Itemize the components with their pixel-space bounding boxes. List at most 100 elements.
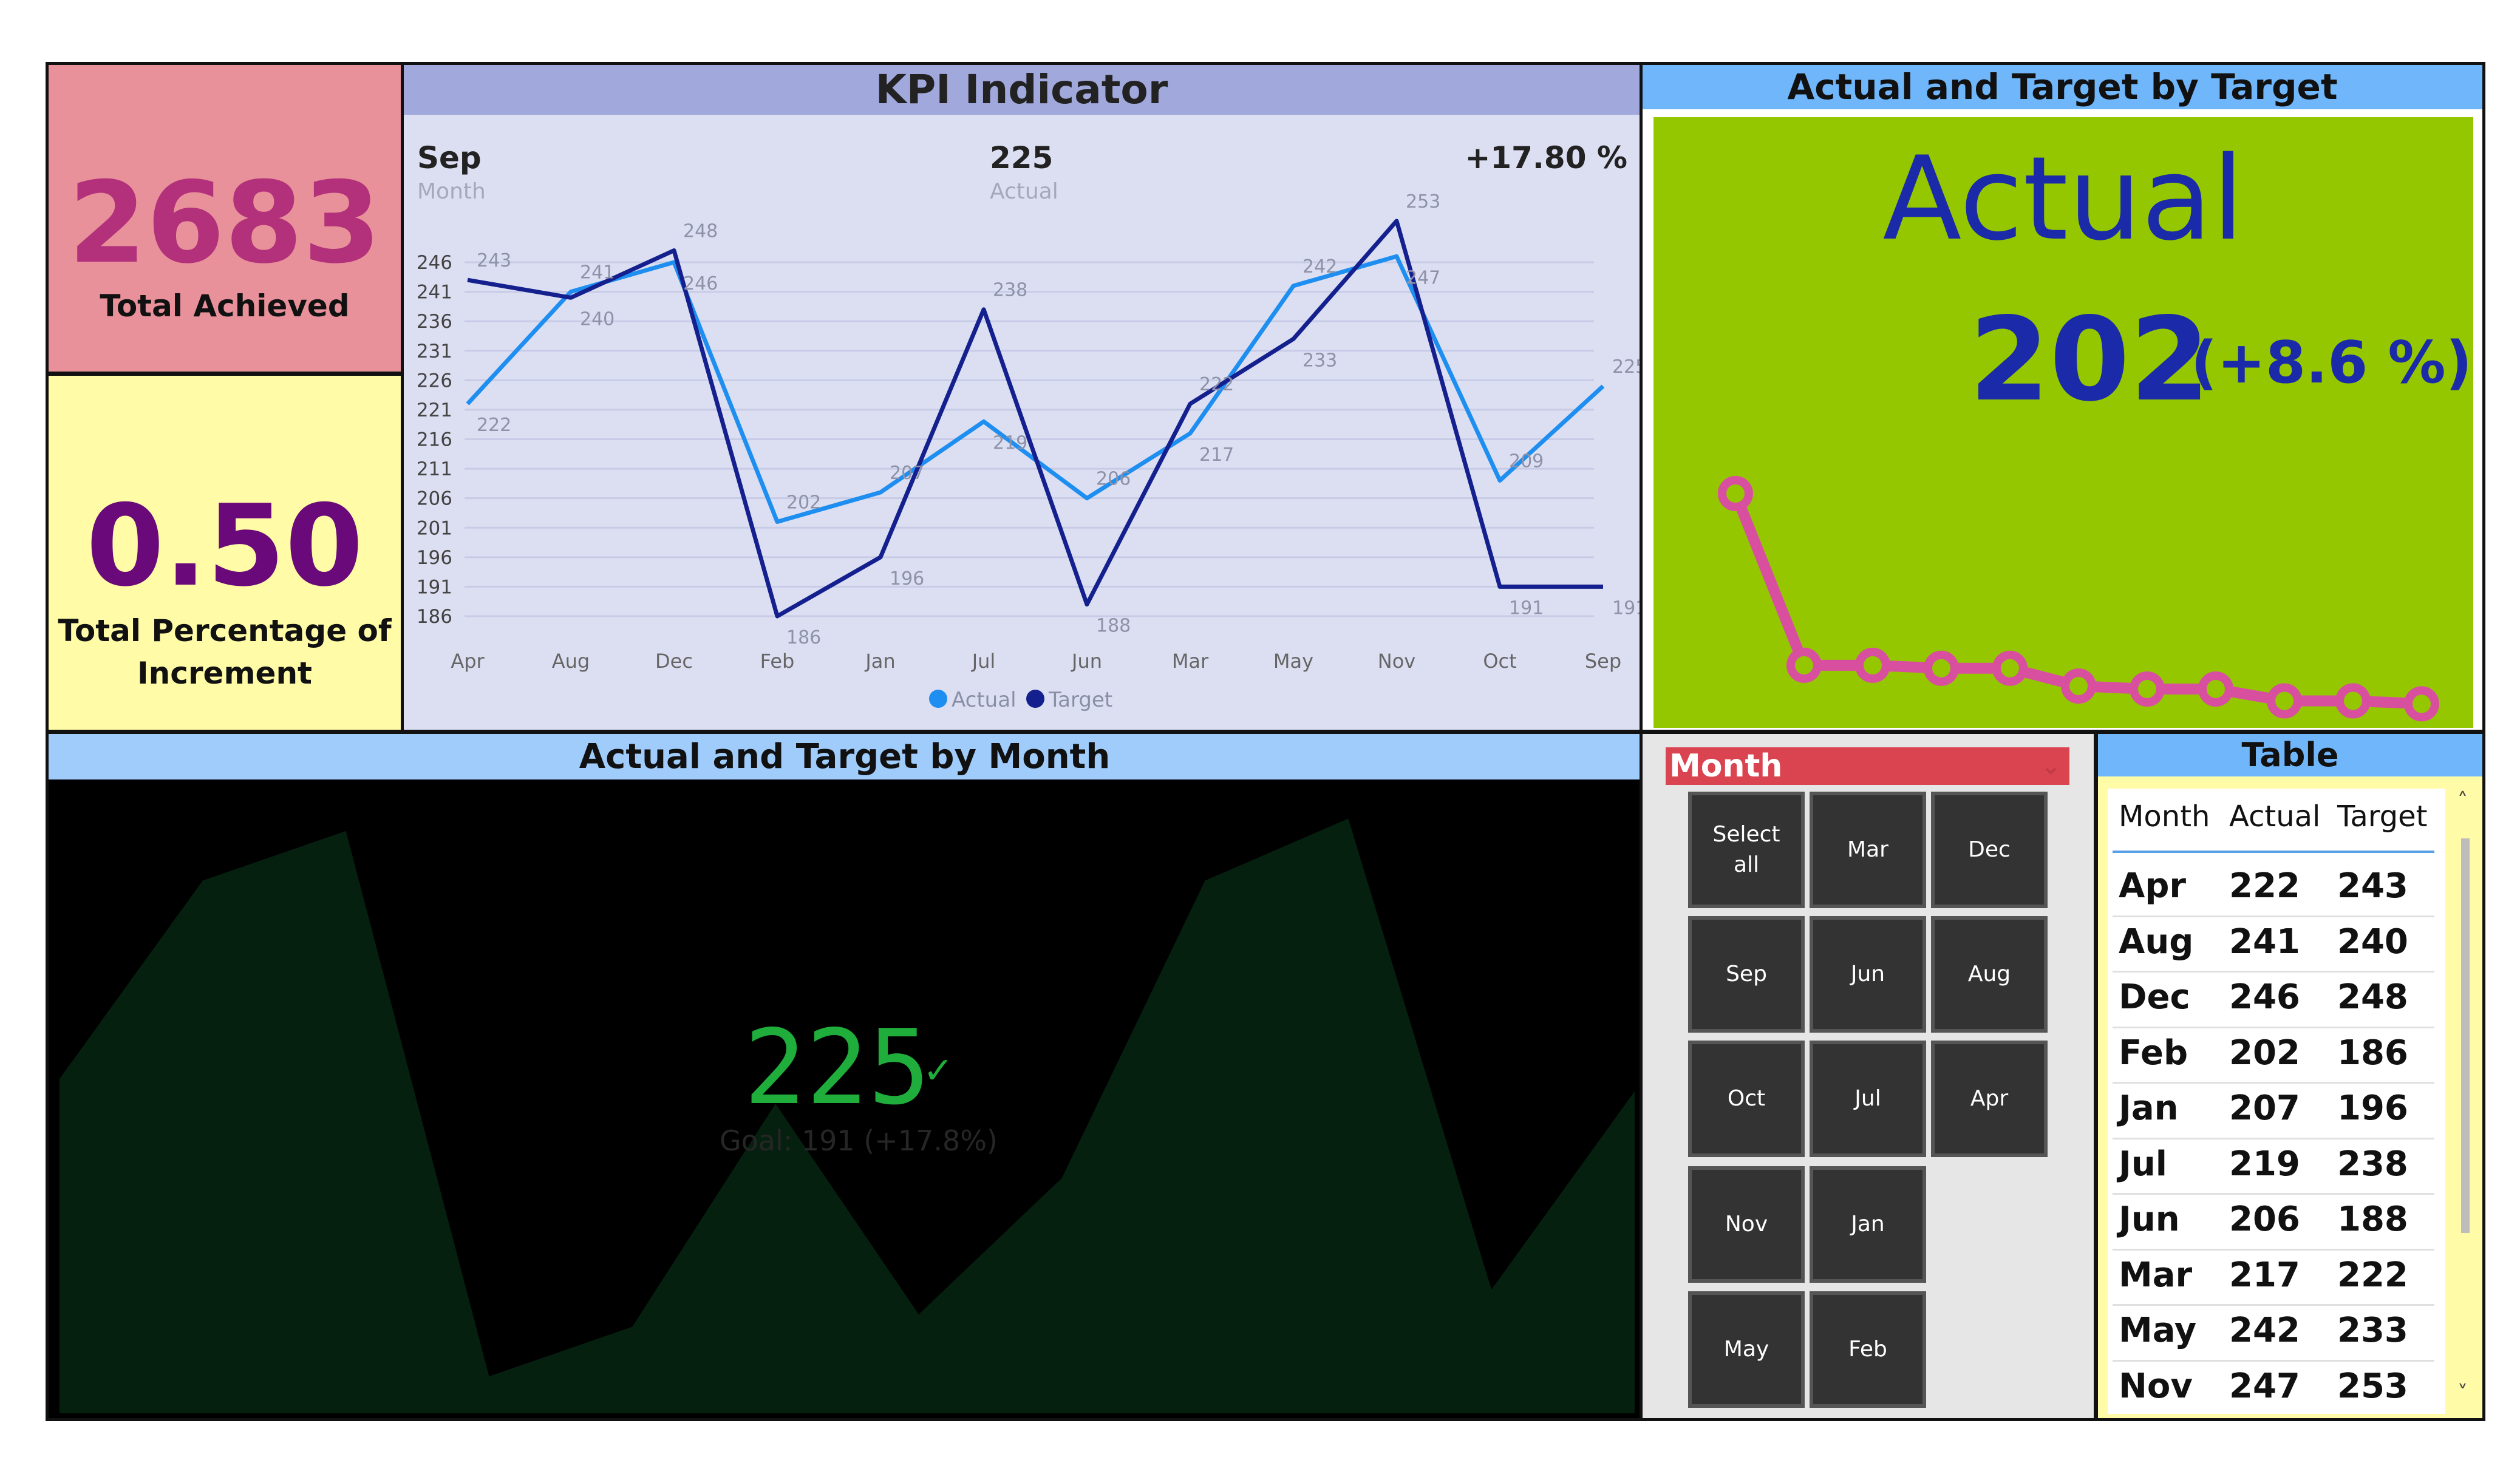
actual-target-by-month-panel: Actual and Target by Month 225 ✓ Goal: 1… [46, 731, 1644, 1421]
table-row[interactable]: Dec 246 248 [2108, 973, 2445, 1028]
data-label-target: 191 [1509, 597, 1544, 619]
data-label-target: 186 [786, 627, 821, 648]
table-cell: 206 [2229, 1200, 2300, 1239]
table-row[interactable]: Jun 206 188 [2108, 1195, 2445, 1251]
trend-point[interactable] [2061, 668, 2096, 704]
table-cell: 247 [2229, 1366, 2300, 1406]
table-row[interactable]: Nov 247 253 [2108, 1362, 2445, 1415]
actual-by-target-trend [1718, 476, 2439, 722]
data-label-actual: 246 [683, 273, 718, 294]
slicer-tile-jan[interactable]: Jan [1810, 1166, 1926, 1283]
kpi-period-value: Sep [417, 140, 482, 175]
total-achieved-value: 2683 [68, 157, 381, 288]
scroll-down-icon[interactable]: ˅ [2457, 1381, 2468, 1405]
table-panel: Table Month Actual Target Apr 222 243 Aug 24… [2095, 731, 2485, 1421]
trend-point[interactable] [1924, 650, 1959, 686]
kpi-actual-value: 225 [990, 140, 1053, 175]
table-cell: Nov [2119, 1366, 2193, 1406]
table-cell: Mar [2119, 1255, 2193, 1295]
scroll-thumb[interactable] [2461, 838, 2470, 1233]
total-achieved-label: Total Achieved [100, 288, 350, 324]
slicer-tile-mar[interactable]: Mar [1810, 792, 1926, 908]
table-cell: Jan [2119, 1089, 2179, 1128]
table-cell: 202 [2229, 1033, 2300, 1073]
trend-point[interactable] [1992, 650, 2028, 686]
kpi-delta: +17.80 % [1465, 140, 1627, 175]
data-label-actual: 209 [1509, 451, 1544, 472]
data-label-target: 191 [1612, 597, 1640, 619]
column-header-target[interactable]: Target [2337, 800, 2428, 834]
slicer-tile-dec[interactable]: Dec [1931, 792, 2048, 908]
column-header-month[interactable]: Month [2119, 800, 2210, 834]
legend-actual-label[interactable]: Actual [952, 688, 1017, 712]
table-cell: 242 [2229, 1311, 2300, 1350]
data-label-actual: 222 [477, 415, 511, 436]
kpi-legend: Actual Target [929, 688, 1112, 712]
slicer-tile-oct[interactable]: Oct [1688, 1041, 1805, 1157]
y-tick-label: 241 [417, 282, 452, 304]
month-slicer-panel: Month ⌄ Select all Mar Dec Sep Jun Aug Oct Jul Ap… [1640, 731, 2097, 1421]
legend-target-label[interactable]: Target [1048, 688, 1112, 712]
slicer-tile-label: Apr [1970, 1086, 2009, 1111]
y-tick-label: 211 [417, 458, 452, 480]
table-row[interactable]: Jul 219 238 [2108, 1139, 2445, 1195]
slicer-tile-label: Dec [1968, 837, 2011, 862]
trend-point[interactable] [2130, 671, 2165, 707]
table-row[interactable]: Jan 207 196 [2108, 1084, 2445, 1139]
kpi-y-axis: 246 241 236 231 226 221 216 211 206 201 196 191 186 [417, 252, 452, 628]
slicer-tile-nov[interactable]: Nov [1688, 1166, 1805, 1283]
kpi-x-axis: Apr Aug Dec Feb Jan Jul Jun Mar May Nov Oct Sep [451, 650, 1621, 673]
table-cell: Jun [2119, 1200, 2180, 1239]
x-tick-label: Feb [760, 650, 795, 673]
series-line-actual[interactable] [466, 254, 1605, 525]
table-cell: 217 [2229, 1255, 2300, 1295]
table-row[interactable]: Apr 222 243 [2108, 861, 2445, 917]
table-row[interactable]: Feb 202 186 [2108, 1028, 2445, 1084]
column-header-actual[interactable]: Actual [2229, 800, 2320, 834]
table-cell: 188 [2337, 1200, 2408, 1239]
month-slicer-header[interactable]: Month ⌄ [1666, 747, 2069, 785]
table-scrollbar[interactable]: ˄ ˅ [2456, 789, 2474, 1414]
slicer-tile-sep[interactable]: Sep [1688, 916, 1805, 1033]
total-increment-label-line1: Total Percentage of [58, 613, 392, 648]
slicer-tile-label: Jan [1851, 1212, 1885, 1237]
y-tick-label: 206 [417, 488, 452, 510]
slicer-tile-aug[interactable]: Aug [1931, 916, 2048, 1033]
slicer-tile-label: Aug [1967, 962, 2011, 987]
trend-point[interactable] [1718, 476, 1753, 511]
data-label-target: 238 [993, 280, 1027, 301]
table-row[interactable]: Mar 217 222 [2108, 1251, 2445, 1306]
table-cell: Feb [2119, 1033, 2188, 1073]
kpi-indicator-panel: KPI Indicator Sep Month 225 Actual +17.8… [401, 62, 1643, 733]
table-row[interactable]: Aug 241 240 [2108, 917, 2445, 973]
slicer-tile-jun[interactable]: Jun [1810, 916, 1926, 1033]
kpi-line-chart: Sep Month 225 Actual +17.80 % 2462412362… [417, 140, 1640, 712]
slicer-tile-select-all[interactable]: Select all [1688, 792, 1805, 908]
x-tick-label: Sep [1585, 650, 1621, 673]
actual-target-by-month-title: Actual and Target by Month [49, 734, 1641, 779]
slicer-tile-label: Jun [1850, 962, 1885, 987]
scroll-up-icon[interactable]: ˄ [2457, 789, 2468, 813]
chevron-down-icon[interactable]: ⌄ [2040, 747, 2061, 785]
trend-point[interactable] [2267, 683, 2302, 719]
x-tick-label: Aug [552, 650, 590, 673]
trend-point[interactable] [2198, 671, 2233, 707]
table-cell: 240 [2337, 922, 2408, 962]
slicer-tile-feb[interactable]: Feb [1810, 1291, 1926, 1408]
trend-point[interactable] [2335, 683, 2371, 719]
x-tick-label: Apr [451, 650, 485, 673]
data-label-actual: 242 [1303, 256, 1337, 277]
trend-point[interactable] [1786, 647, 1822, 683]
table-row[interactable]: May 242 233 [2108, 1306, 2445, 1362]
total-increment-value: 0.50 [86, 480, 364, 611]
slicer-tile-may[interactable]: May [1688, 1291, 1805, 1408]
y-tick-label: 221 [417, 399, 452, 421]
trend-point[interactable] [2404, 686, 2439, 722]
data-label-actual: 241 [580, 262, 615, 284]
trend-point[interactable] [1855, 647, 1890, 683]
slicer-tile-apr[interactable]: Apr [1931, 1041, 2048, 1157]
slicer-tile-jul[interactable]: Jul [1810, 1041, 1926, 1157]
x-tick-label: Jul [971, 650, 996, 673]
table-cell: 222 [2229, 866, 2300, 906]
data-label-target: 253 [1406, 191, 1440, 212]
